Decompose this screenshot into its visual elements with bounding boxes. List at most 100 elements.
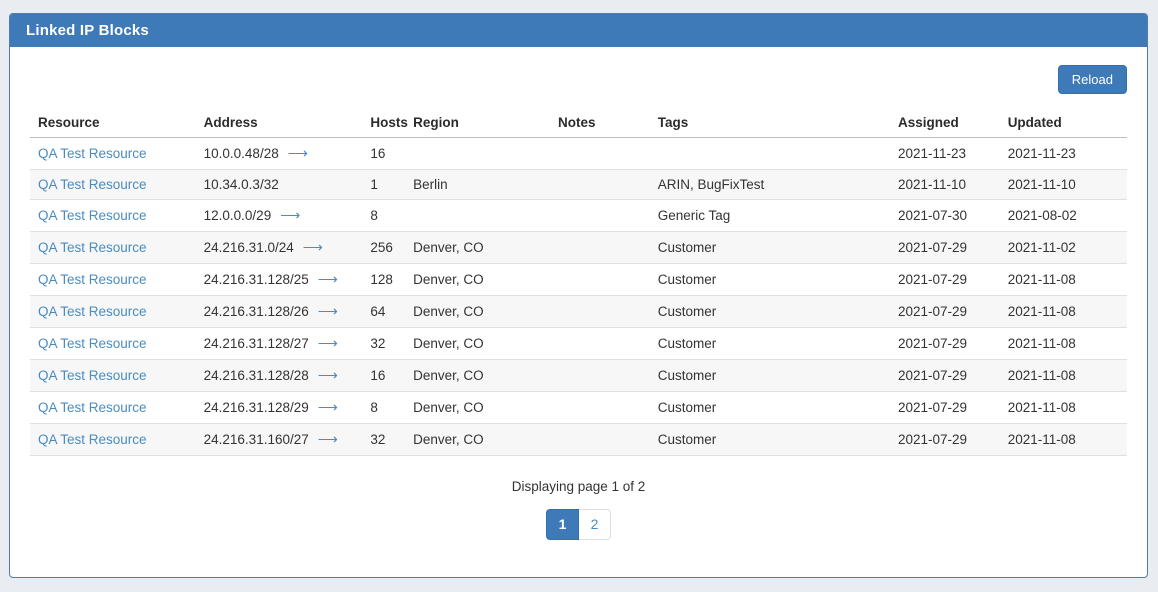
assigned-date-cell: 2021-11-10 bbox=[890, 170, 1000, 200]
resource-link[interactable]: QA Test Resource bbox=[38, 432, 147, 447]
expand-arrow-icon[interactable]: ⟶ bbox=[318, 399, 338, 415]
linked-ip-blocks-panel: Linked IP Blocks Reload ResourceAddressH… bbox=[9, 13, 1148, 578]
hosts-cell: 1 bbox=[362, 170, 405, 200]
assigned-date-cell: 2021-07-29 bbox=[890, 360, 1000, 392]
tags-cell: Customer bbox=[650, 360, 890, 392]
resource-link[interactable]: QA Test Resource bbox=[38, 177, 147, 192]
notes-cell bbox=[550, 200, 650, 232]
table-row: QA Test Resource24.216.31.128/28⟶16Denve… bbox=[30, 360, 1127, 392]
updated-date-cell: 2021-11-08 bbox=[1000, 328, 1127, 360]
address-text: 12.0.0.0/29 bbox=[204, 208, 272, 223]
tags-cell: Customer bbox=[650, 328, 890, 360]
region-cell bbox=[405, 200, 550, 232]
tags-cell: Generic Tag bbox=[650, 200, 890, 232]
column-header-updated: Updated bbox=[1000, 108, 1127, 138]
notes-cell bbox=[550, 360, 650, 392]
table-row: QA Test Resource 24.216.31.128/27⟶32Denve… bbox=[30, 328, 1127, 360]
table-header: ResourceAddressHostsRegionNotesTagsAssig… bbox=[30, 108, 1127, 138]
hosts-cell: 32 bbox=[362, 328, 405, 360]
region-cell: Denver, CO bbox=[405, 328, 550, 360]
address-text: 10.0.0.48/28 bbox=[204, 146, 279, 161]
address-cell: 24.216.31.0/24⟶ bbox=[196, 232, 363, 264]
table-row: QA Test Resource 10.0.0.48/28 ⟶ 16 2021-11-2… bbox=[30, 138, 1127, 170]
resource-link[interactable]: QA Test Resource bbox=[38, 272, 147, 287]
address-text: 24.216.31.128/26 bbox=[204, 304, 309, 319]
hosts-cell: 32 bbox=[362, 424, 405, 456]
region-cell: Denver, CO bbox=[405, 424, 550, 456]
resource-link[interactable]: QA Test Resource bbox=[38, 400, 147, 415]
expand-arrow-icon[interactable]: ⟶ bbox=[288, 145, 308, 161]
updated-date-cell: 2021-11-08 bbox=[1000, 424, 1127, 456]
panel-body: Reload ResourceAddressHostsRegionNotesTa… bbox=[10, 47, 1147, 540]
address-cell: 24.216.31.128/28⟶ bbox=[196, 360, 363, 392]
hosts-cell: 16 bbox=[362, 138, 405, 170]
assigned-date-cell: 2021-07-29 bbox=[890, 392, 1000, 424]
expand-arrow-icon[interactable]: ⟶ bbox=[303, 239, 323, 255]
updated-date-cell: 2021-11-08 bbox=[1000, 392, 1127, 424]
expand-arrow-icon[interactable]: ⟶ bbox=[318, 335, 338, 351]
address-cell: 24.216.31.128/29 ⟶ bbox=[196, 392, 363, 424]
address-text: 24.216.31.128/29 bbox=[204, 400, 309, 415]
expand-arrow-icon[interactable]: ⟶ bbox=[318, 271, 338, 287]
region-cell: Denver, CO bbox=[405, 264, 550, 296]
resource-cell: QA Test Resource bbox=[30, 328, 196, 360]
column-header-resource: Resource bbox=[30, 108, 196, 138]
notes-cell bbox=[550, 170, 650, 200]
address-cell: 24.216.31.128/25 ⟶ bbox=[196, 264, 363, 296]
assigned-date-cell: 2021-07-29 bbox=[890, 264, 1000, 296]
pagination: 12 bbox=[30, 509, 1127, 540]
notes-cell bbox=[550, 296, 650, 328]
hosts-cell: 128 bbox=[362, 264, 405, 296]
region-cell: Denver, CO bbox=[405, 232, 550, 264]
assigned-date-cell: 2021-07-29 bbox=[890, 328, 1000, 360]
notes-cell bbox=[550, 232, 650, 264]
assigned-date-cell: 2021-07-30 bbox=[890, 200, 1000, 232]
resource-cell: QA Test Resource bbox=[30, 232, 196, 264]
table-row: QA Test Resource 24.216.31.128/26 ⟶ 64Denve… bbox=[30, 296, 1127, 328]
column-header-tags: Tags bbox=[650, 108, 890, 138]
pagination-status: Displaying page 1 of 2 bbox=[30, 479, 1127, 494]
address-cell: 24.216.31.128/27⟶ bbox=[196, 328, 363, 360]
expand-arrow-icon[interactable]: ⟶ bbox=[280, 207, 300, 223]
assigned-date-cell: 2021-07-29 bbox=[890, 296, 1000, 328]
expand-arrow-icon[interactable]: ⟶ bbox=[318, 367, 338, 383]
updated-date-cell: 2021-08-02 bbox=[1000, 200, 1127, 232]
resource-cell: QA Test Resource bbox=[30, 296, 196, 328]
notes-cell bbox=[550, 264, 650, 296]
resource-link[interactable]: QA Test Resource bbox=[38, 368, 147, 383]
address-cell: 10.0.0.48/28 ⟶ bbox=[196, 138, 363, 170]
page-button-2[interactable]: 2 bbox=[578, 509, 611, 540]
address-text: 24.216.31.128/25 bbox=[204, 272, 309, 287]
notes-cell bbox=[550, 138, 650, 170]
expand-arrow-icon[interactable]: ⟶ bbox=[318, 303, 338, 319]
toolbar: Reload bbox=[30, 65, 1127, 94]
region-cell: Denver, CO bbox=[405, 296, 550, 328]
tags-cell: Customer bbox=[650, 264, 890, 296]
tags-cell: Customer bbox=[650, 424, 890, 456]
column-header-address: Address bbox=[196, 108, 363, 138]
resource-link[interactable]: QA Test Resource bbox=[38, 336, 147, 351]
table-row: QA Test Resource12.0.0.0/29⟶8Generic Tag… bbox=[30, 200, 1127, 232]
expand-arrow-icon[interactable]: ⟶ bbox=[318, 431, 338, 447]
resource-cell: QA Test Resource bbox=[30, 264, 196, 296]
tags-cell bbox=[650, 138, 890, 170]
reload-button[interactable]: Reload bbox=[1058, 65, 1127, 94]
page-button-1[interactable]: 1 bbox=[546, 509, 579, 540]
resource-link[interactable]: QA Test Resource bbox=[38, 208, 147, 223]
resource-cell: QA Test Resource bbox=[30, 392, 196, 424]
resource-link[interactable]: QA Test Resource bbox=[38, 240, 147, 255]
updated-date-cell: 2021-11-02 bbox=[1000, 232, 1127, 264]
resource-link[interactable]: QA Test Resource bbox=[38, 146, 147, 161]
table-row: QA Test Resource 24.216.31.128/25 ⟶ 128Denv… bbox=[30, 264, 1127, 296]
table-row: QA Test Resource10.34.0.3/321BerlinARIN,… bbox=[30, 170, 1127, 200]
updated-date-cell: 2021-11-23 bbox=[1000, 138, 1127, 170]
column-header-region: Region bbox=[405, 108, 550, 138]
hosts-cell: 64 bbox=[362, 296, 405, 328]
region-cell: Denver, CO bbox=[405, 360, 550, 392]
resource-link[interactable]: QA Test Resource bbox=[38, 304, 147, 319]
resource-cell: QA Test Resource bbox=[30, 170, 196, 200]
resource-cell: QA Test Resource bbox=[30, 138, 196, 170]
column-header-hosts: Hosts bbox=[362, 108, 405, 138]
tags-cell: ARIN, BugFixTest bbox=[650, 170, 890, 200]
address-text: 10.34.0.3/32 bbox=[204, 177, 279, 192]
